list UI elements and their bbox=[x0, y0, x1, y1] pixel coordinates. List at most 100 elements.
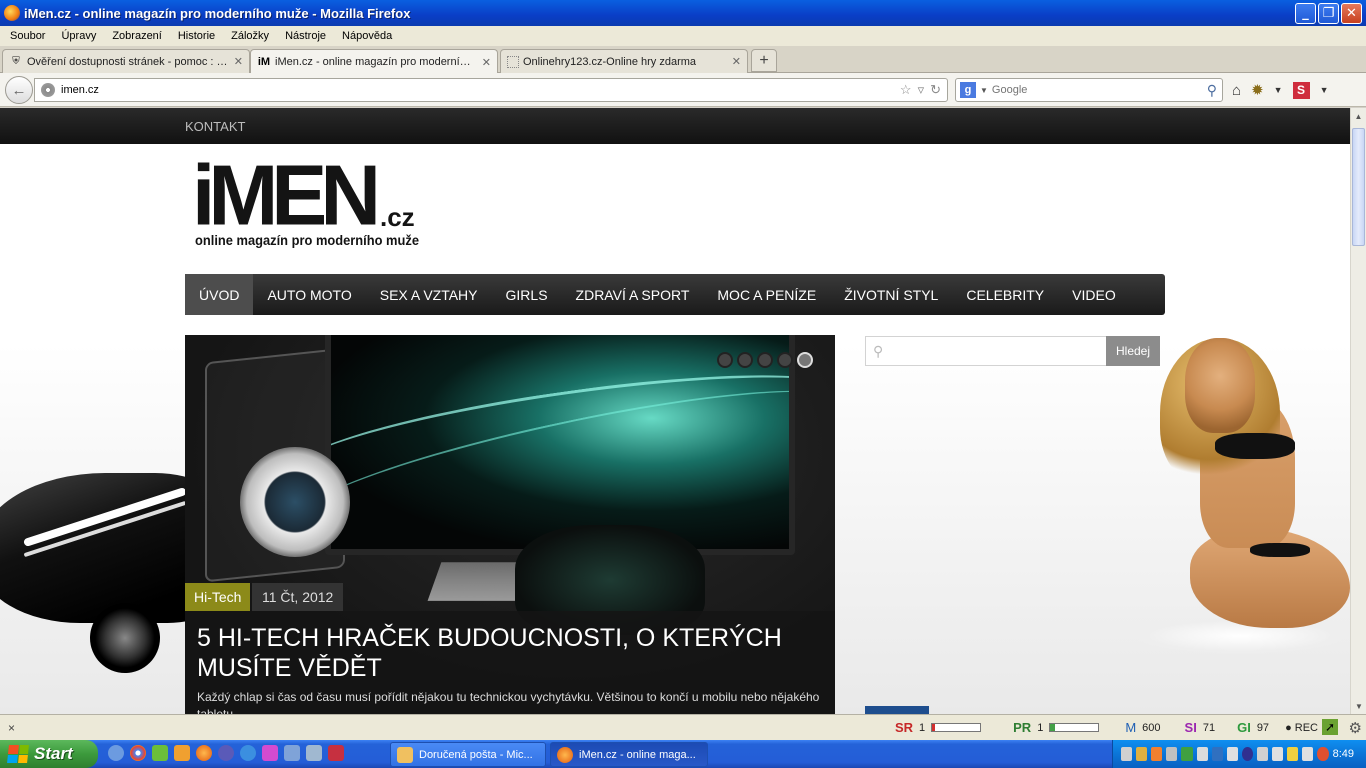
nav-uvod[interactable]: ÚVOD bbox=[185, 274, 254, 315]
slide-date: 11 Čt, 2012 bbox=[252, 583, 344, 611]
category-tag[interactable]: Hi-Tech bbox=[185, 583, 251, 611]
new-tab-button[interactable]: + bbox=[751, 49, 777, 72]
tray-icon[interactable] bbox=[1196, 747, 1208, 761]
search-bar[interactable]: g ▼ ⚲ bbox=[955, 78, 1223, 102]
quicklaunch-app-icon[interactable] bbox=[306, 745, 322, 761]
menu-edit[interactable]: Úpravy bbox=[53, 30, 104, 42]
nav-celebrity[interactable]: CELEBRITY bbox=[952, 274, 1058, 315]
menu-bookmarks[interactable]: Záložky bbox=[223, 30, 277, 42]
bookmark-star-icon[interactable]: ☆ bbox=[900, 82, 912, 98]
tray-icon[interactable] bbox=[1136, 747, 1148, 761]
nav-video[interactable]: VIDEO bbox=[1058, 274, 1130, 315]
volume-icon[interactable] bbox=[1302, 747, 1314, 761]
search-icon[interactable]: ⚲ bbox=[1207, 82, 1217, 99]
slide-headline[interactable]: 5 HI-TECH HRAČEK BUDOUCNOSTI, O KTERÝCH … bbox=[197, 623, 827, 683]
dropdown-icon[interactable]: ▼ bbox=[1274, 85, 1283, 95]
tray-icon[interactable] bbox=[1287, 747, 1299, 761]
home-icon[interactable]: ⌂ bbox=[1232, 82, 1241, 99]
nav-auto-moto[interactable]: AUTO MOTO bbox=[253, 274, 365, 315]
slider-dot-active[interactable] bbox=[797, 352, 813, 368]
menu-tools[interactable]: Nástroje bbox=[277, 30, 334, 42]
quicklaunch-app-icon[interactable] bbox=[328, 745, 344, 761]
tray-icon[interactable] bbox=[1166, 747, 1178, 761]
engine-dropdown-icon[interactable]: ▼ bbox=[980, 86, 988, 95]
bluetooth-icon[interactable] bbox=[1241, 747, 1253, 761]
restore-button[interactable]: ❐ bbox=[1318, 3, 1339, 24]
site-search-input[interactable] bbox=[883, 338, 1106, 364]
nav-girls[interactable]: GIRLS bbox=[492, 274, 562, 315]
url-bar[interactable]: ☆ ▿ ↻ bbox=[34, 78, 948, 102]
nav-zivotni-styl[interactable]: ŽIVOTNÍ STYL bbox=[830, 274, 952, 315]
quicklaunch-app-icon[interactable] bbox=[218, 745, 234, 761]
tab-imen[interactable]: iM iMen.cz - online magazín pro moderníh… bbox=[250, 49, 498, 74]
s-addon-icon[interactable]: S bbox=[1292, 81, 1310, 99]
taskbar-item-mail[interactable]: Doručená pošta - Mic... bbox=[390, 742, 546, 767]
window-titlebar[interactable]: iMen.cz - online magazín pro moderního m… bbox=[0, 0, 1366, 26]
url-input[interactable] bbox=[61, 84, 900, 96]
web-search-input[interactable] bbox=[991, 84, 1207, 96]
pagerank-arrow-icon[interactable]: ➚ bbox=[1322, 719, 1338, 735]
slider-dot[interactable] bbox=[757, 352, 773, 368]
tray-icon[interactable] bbox=[1256, 747, 1269, 761]
menu-history[interactable]: Historie bbox=[170, 30, 223, 42]
rec-indicator[interactable]: ● REC bbox=[1285, 722, 1318, 734]
start-button[interactable]: Start bbox=[0, 740, 98, 768]
network-icon[interactable] bbox=[1272, 747, 1284, 761]
tray-icon[interactable] bbox=[1151, 747, 1163, 761]
nav-zdravi-a-sport[interactable]: ZDRAVÍ A SPORT bbox=[562, 274, 704, 315]
site-logo[interactable]: iMEN .cz online magazín pro moderního mu… bbox=[192, 152, 432, 250]
nav-moc-a-penize[interactable]: MOC A PENÍZE bbox=[703, 274, 830, 315]
menu-help[interactable]: Nápověda bbox=[334, 30, 400, 42]
sr-value: 1 bbox=[919, 721, 926, 734]
tab-availability-check[interactable]: ⛨ Ověření dostupnosti stránek - pomoc : … bbox=[2, 49, 250, 73]
firefox-icon[interactable] bbox=[196, 745, 212, 761]
back-button[interactable]: ← bbox=[5, 76, 33, 104]
site-search-box[interactable]: ⚲ bbox=[865, 336, 1107, 366]
close-tab-icon[interactable]: ✕ bbox=[732, 55, 741, 68]
contact-link[interactable]: KONTAKT bbox=[185, 119, 245, 134]
tray-icon[interactable] bbox=[1317, 747, 1329, 761]
scroll-down-icon[interactable]: ▼ bbox=[1351, 698, 1366, 714]
slider-dot[interactable] bbox=[717, 352, 733, 368]
scroll-up-icon[interactable]: ▲ bbox=[1351, 108, 1366, 124]
menu-view[interactable]: Zobrazení bbox=[104, 30, 170, 42]
clock[interactable]: 8:49 bbox=[1333, 748, 1354, 760]
tray-icon[interactable] bbox=[1181, 747, 1193, 761]
nav-sex-a-vztahy[interactable]: SEX A VZTAHY bbox=[366, 274, 492, 315]
quicklaunch-app-icon[interactable] bbox=[262, 745, 278, 761]
taskbar-item-firefox[interactable]: iMen.cz - online maga... bbox=[550, 742, 708, 767]
google-icon[interactable]: g bbox=[960, 82, 976, 98]
taskbar-item-label: iMen.cz - online maga... bbox=[579, 748, 696, 761]
tray-icon[interactable] bbox=[1211, 747, 1223, 761]
menu-file[interactable]: Soubor bbox=[2, 30, 53, 42]
tray-icon[interactable] bbox=[1121, 747, 1133, 761]
model-decoration-image bbox=[1130, 338, 1350, 654]
firefox-icon bbox=[557, 746, 573, 763]
settings-gear-icon[interactable]: ⚙ bbox=[1349, 719, 1362, 737]
seo-toolbar: SR 1 PR 1 M 600 SI 71 GI 97 ● REC bbox=[895, 720, 1318, 735]
tab-onlinehry[interactable]: Onlinehry123.cz-Online hry zdarma ✕ bbox=[500, 49, 748, 73]
close-addon-bar-icon[interactable]: × bbox=[8, 721, 15, 735]
quicklaunch-app-icon[interactable] bbox=[174, 745, 190, 761]
close-button[interactable]: ✕ bbox=[1341, 3, 1362, 24]
tray-icon[interactable] bbox=[1226, 747, 1238, 761]
dropdown-icon[interactable]: ▿ bbox=[918, 82, 925, 98]
menu-dropdown-icon[interactable]: ▼ bbox=[1320, 85, 1329, 95]
close-tab-icon[interactable]: ✕ bbox=[482, 56, 491, 69]
quicklaunch-app-icon[interactable] bbox=[108, 745, 124, 761]
slider-dot[interactable] bbox=[777, 352, 793, 368]
minimize-button[interactable]: _ bbox=[1295, 3, 1316, 24]
quicklaunch-app-icon[interactable] bbox=[152, 745, 168, 761]
ie-icon[interactable] bbox=[240, 745, 256, 761]
logo-tagline: online magazín pro moderního muže bbox=[195, 232, 419, 248]
addon-gear-icon[interactable]: ✹ bbox=[1251, 81, 1264, 99]
quicklaunch-app-icon[interactable] bbox=[284, 745, 300, 761]
close-tab-icon[interactable]: ✕ bbox=[234, 55, 243, 68]
vertical-scrollbar[interactable]: ▲ ▼ bbox=[1350, 108, 1366, 714]
reload-icon[interactable]: ↻ bbox=[930, 82, 941, 98]
featured-slider[interactable]: Hi-Tech 11 Čt, 2012 5 HI-TECH HRAČEK BUD… bbox=[185, 335, 835, 714]
sidebar-widget-tab[interactable] bbox=[865, 706, 929, 714]
slider-dot[interactable] bbox=[737, 352, 753, 368]
chrome-icon[interactable] bbox=[130, 745, 146, 761]
scroll-thumb[interactable] bbox=[1352, 128, 1365, 246]
